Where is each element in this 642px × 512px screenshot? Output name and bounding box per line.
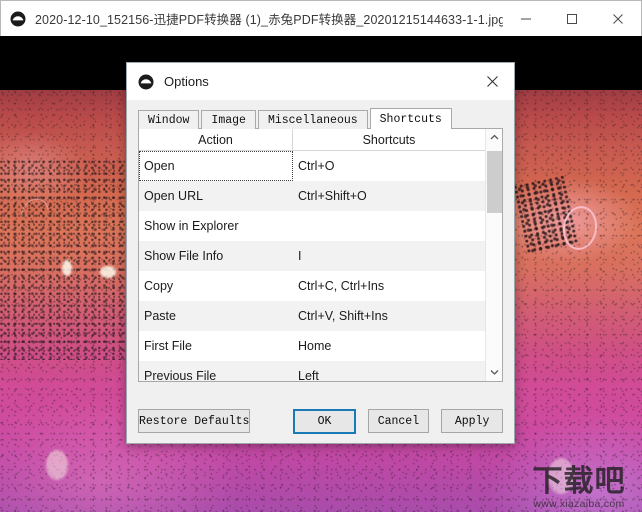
minimize-button[interactable] [503,1,549,37]
dialog-titlebar[interactable]: Options [127,63,514,100]
cell-action: Open [139,151,293,181]
photo-highlight-4 [548,458,574,494]
maximize-button[interactable] [549,1,595,37]
vertical-scrollbar[interactable] [485,129,502,381]
ok-button[interactable]: OK [293,408,356,434]
options-tabstrip: Window Image Miscellaneous Shortcuts [138,108,503,129]
tab-shortcuts[interactable]: Shortcuts [369,108,452,129]
main-window-titlebar[interactable]: 2020-12-10_152156-迅捷PDF转换器 (1)_赤兔PDF转换器_… [0,0,642,36]
table-row[interactable]: Open URL Ctrl+Shift+O [139,181,485,211]
scrollbar-thumb[interactable] [487,151,502,213]
column-header-action[interactable]: Action [139,129,293,151]
options-dialog: Options Window Image Miscellaneous Short… [126,62,515,444]
close-button[interactable] [595,1,641,37]
cell-shortcut: Home [298,339,332,353]
honeyview-icon [138,74,154,90]
honeyview-icon [10,11,26,27]
restore-defaults-button[interactable]: Restore Defaults [138,409,251,433]
cell-action: Paste [144,309,176,323]
shortcuts-list-viewport: Action Shortcuts Open Ctrl+O Open URL Ct… [139,129,485,381]
cell-action: Show in Explorer [144,219,239,233]
table-row[interactable]: Paste Ctrl+V, Shift+Ins [139,301,485,331]
table-row[interactable]: Show File Info I [139,241,485,271]
cell-action: Previous File [144,369,217,381]
tab-miscellaneous[interactable]: Miscellaneous [257,110,368,129]
tab-window[interactable]: Window [138,110,200,129]
cell-shortcut: Ctrl+V, Shift+Ins [298,309,388,323]
photo-highlight-1 [62,260,72,276]
cell-shortcut: Left [298,369,319,381]
window-controls [503,1,641,37]
cell-shortcut: Ctrl+C, Ctrl+Ins [298,279,385,293]
table-row[interactable]: Copy Ctrl+C, Ctrl+Ins [139,271,485,301]
cell-action: First File [144,339,192,353]
chevron-down-icon[interactable] [486,364,502,381]
table-row[interactable]: Show in Explorer [139,211,485,241]
dialog-body: Window Image Miscellaneous Shortcuts Act… [127,100,514,399]
table-row[interactable]: First File Home [139,331,485,361]
cell-shortcut [293,211,485,241]
cell-shortcut: I [298,249,302,263]
cell-action: Copy [144,279,174,293]
tab-image[interactable]: Image [201,110,256,129]
cancel-button[interactable]: Cancel [367,409,430,433]
screen: 下载吧 www.xiazaiba.com 2020-12-10_152156-迅… [0,0,642,512]
cell-action: Show File Info [144,249,224,263]
cell-shortcut: Ctrl+Shift+O [298,189,367,203]
apply-button[interactable]: Apply [441,409,503,433]
photo-highlight-2 [100,266,116,278]
table-row[interactable]: Open Ctrl+O [139,151,485,181]
column-header-shortcuts[interactable]: Shortcuts [293,129,485,151]
cell-action: Open URL [144,189,204,203]
shortcuts-table-rows: Open Ctrl+O Open URL Ctrl+Shift+O Show i… [139,151,485,381]
cell-shortcut: Ctrl+O [298,159,335,173]
window-title: 2020-12-10_152156-迅捷PDF转换器 (1)_赤兔PDF转换器_… [35,13,503,27]
dialog-title: Options [164,74,209,89]
photo-highlight-3 [46,450,68,480]
dialog-button-row: Restore Defaults OK Cancel Apply [127,399,514,443]
table-row[interactable]: Previous File Left [139,361,485,381]
chevron-up-icon[interactable] [486,129,502,146]
dialog-close-button[interactable] [470,63,514,100]
shortcuts-list-panel: Action Shortcuts Open Ctrl+O Open URL Ct… [138,128,503,382]
shortcuts-table-header: Action Shortcuts [139,129,485,151]
